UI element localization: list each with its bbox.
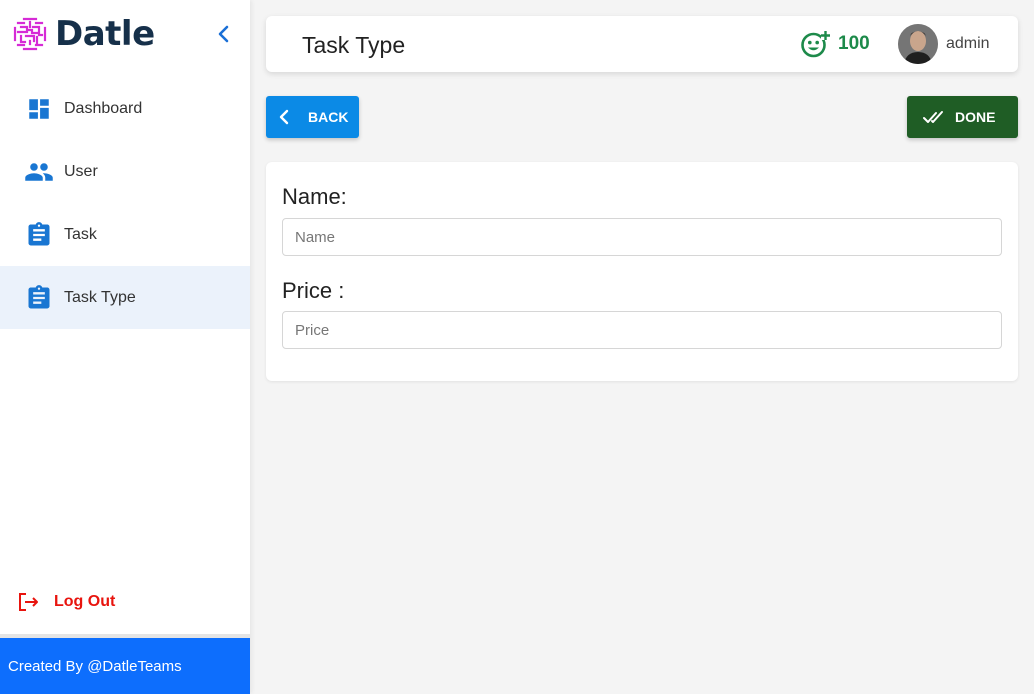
- sidebar-nav: Dashboard User Task Task Type: [0, 77, 250, 329]
- sidebar: Datle Dashboard User Task Task Type Log …: [0, 0, 250, 694]
- sidebar-item-dashboard[interactable]: Dashboard: [0, 77, 250, 140]
- avatar: [898, 24, 938, 64]
- name-label: Name:: [282, 184, 347, 209]
- users-icon: [24, 157, 54, 187]
- clipboard-icon: [24, 220, 54, 250]
- sidebar-item-label: User: [64, 162, 98, 180]
- task-type-form: Name: Price :: [266, 162, 1018, 381]
- double-check-icon: [923, 111, 943, 123]
- points-indicator: 100: [800, 29, 870, 59]
- brand-name: Datle: [55, 14, 155, 54]
- name-input[interactable]: [282, 218, 1002, 256]
- user-menu[interactable]: admin: [898, 24, 990, 64]
- done-button-label: DONE: [955, 109, 996, 125]
- dashboard-icon: [24, 94, 54, 124]
- price-input[interactable]: [282, 311, 1002, 349]
- collapse-sidebar-button[interactable]: [212, 22, 236, 46]
- logout-label: Log Out: [54, 593, 116, 610]
- sidebar-footer: Created By @DatleTeams: [0, 638, 250, 694]
- sidebar-item-label: Task: [64, 225, 97, 243]
- footer-credit: Created By @DatleTeams: [8, 657, 182, 675]
- username: admin: [946, 35, 990, 52]
- chevron-left-icon: [279, 109, 289, 125]
- page-title: Task Type: [302, 32, 406, 58]
- back-button[interactable]: BACK: [266, 96, 359, 138]
- brand-logo-icon: [13, 17, 47, 51]
- points-value: 100: [838, 33, 870, 54]
- brand[interactable]: Datle: [12, 14, 155, 54]
- clipboard-icon: [24, 283, 54, 313]
- done-button[interactable]: DONE: [907, 96, 1018, 138]
- logout-button[interactable]: Log Out: [16, 590, 115, 614]
- sidebar-item-task-type[interactable]: Task Type: [0, 266, 250, 329]
- sidebar-item-user[interactable]: User: [0, 140, 250, 203]
- sidebar-item-task[interactable]: Task: [0, 203, 250, 266]
- logout-icon: [19, 593, 38, 611]
- chevron-left-icon: [218, 25, 229, 43]
- sidebar-item-label: Dashboard: [64, 99, 143, 117]
- top-header: Task Type 100 admin: [266, 16, 1018, 72]
- sidebar-item-label: Task Type: [64, 288, 136, 306]
- back-button-label: BACK: [308, 109, 349, 125]
- smiley-plus-icon: [801, 31, 830, 58]
- price-label: Price :: [282, 278, 345, 303]
